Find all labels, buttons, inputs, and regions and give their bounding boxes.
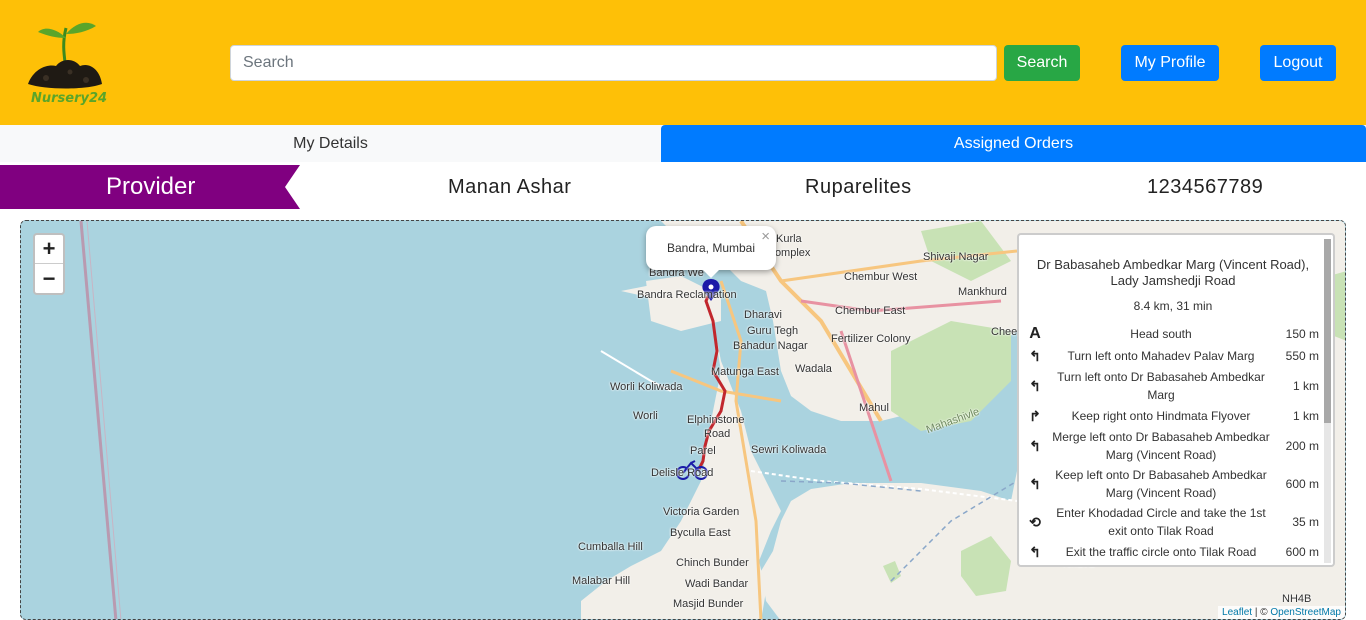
zoom-out-button[interactable]: − — [35, 264, 63, 293]
merge-left-icon: ↰ — [1029, 438, 1041, 454]
map-label: Malabar Hill — [572, 575, 631, 587]
map-label: Fertilizer Colony — [831, 333, 911, 345]
header-bar: Nursery24 Search My Profile Logout — [0, 0, 1366, 125]
map-label: Parel — [690, 445, 716, 457]
step-text: Turn left onto Dr Babasaheb Ambedkar Mar… — [1057, 370, 1265, 402]
direction-step[interactable]: ↰ Keep left onto Dr Babasaheb Ambedkar M… — [1027, 465, 1319, 503]
map-label: Wadala — [795, 363, 832, 375]
search-button[interactable]: Search — [1004, 45, 1080, 81]
step-distance: 600 m — [1285, 477, 1319, 491]
directions-panel[interactable]: Dr Babasaheb Ambedkar Marg (Vincent Road… — [1017, 233, 1335, 567]
leaflet-link[interactable]: Leaflet — [1222, 607, 1252, 618]
keep-right-icon: ↱ — [1029, 408, 1041, 424]
map-label: Worli Koliwada — [610, 381, 683, 393]
map-label: Delisle Road — [651, 467, 714, 479]
step-distance: 550 m — [1285, 349, 1319, 363]
tab-assigned-orders[interactable]: Assigned Orders — [661, 125, 1366, 162]
map-label: Sewri Koliwada — [751, 444, 827, 456]
step-distance: 35 m — [1292, 515, 1319, 529]
map-label: Matunga East — [711, 366, 779, 378]
step-distance: 1 km — [1292, 409, 1319, 423]
direction-step[interactable]: ↰ Exit the traffic circle onto Tilak Roa… — [1027, 541, 1319, 563]
map-label: Chembur West — [844, 271, 918, 283]
map-label: Masjid Bunder — [673, 598, 744, 610]
step-distance: 200 m — [1285, 439, 1319, 453]
roundabout-icon: ⟲ — [1029, 514, 1041, 530]
provider-phone: 1234567789 — [1147, 175, 1264, 198]
zoom-in-button[interactable]: + — [35, 235, 63, 264]
step-text: Keep right onto Hindmata Flyover — [1071, 409, 1251, 423]
direction-step[interactable]: ↰ Merge left onto Dr Babasaheb Ambedkar … — [1027, 427, 1319, 465]
route-summary: 8.4 km, 31 min — [1133, 299, 1213, 313]
search-input[interactable] — [230, 45, 997, 81]
map-label: Dharavi — [744, 309, 782, 321]
direction-step[interactable]: ↰ Turn left onto Dr Babasaheb Ambedkar M… — [1027, 367, 1319, 405]
step-text: Enter Khodadad Circle and take the 1st e… — [1056, 506, 1266, 538]
map-label: Chinch Bunder — [676, 557, 749, 569]
map-label: Mahul — [859, 402, 889, 414]
map-label: Road — [704, 428, 731, 440]
step-distance: 600 m — [1285, 545, 1319, 559]
popup-text: Bandra, Mumbai — [666, 241, 756, 255]
location-popup: Bandra, Mumbai × — [646, 226, 776, 270]
osm-link[interactable]: OpenStreetMap — [1270, 607, 1341, 618]
turn-left-icon: ↰ — [1029, 348, 1041, 364]
turn-left-icon: ↰ — [1029, 378, 1041, 394]
direction-step[interactable]: ⟲ Enter Khodadad Circle and take the 1st… — [1027, 503, 1319, 541]
direction-step[interactable]: A Head south 150 m — [1027, 323, 1319, 345]
my-profile-button[interactable]: My Profile — [1121, 45, 1219, 81]
route-title: Dr Babasaheb Ambedkar Marg (Vincent Road… — [1036, 257, 1310, 288]
map-label: Byculla East — [670, 527, 731, 539]
zoom-control: + − — [33, 233, 65, 295]
popup-tip — [703, 270, 719, 278]
direction-step[interactable]: ↰ Turn left onto Mahadev Palav Marg 550 … — [1027, 345, 1319, 367]
map-label: Chembur East — [835, 305, 906, 317]
depart-icon: A — [1029, 325, 1041, 342]
step-text: Keep left onto Dr Babasaheb Ambedkar Mar… — [1055, 468, 1267, 500]
exit-roundabout-icon: ↰ — [1029, 544, 1041, 560]
tab-bar: My Details Assigned Orders — [0, 125, 1366, 162]
provider-info-row: Provider Manan Ashar Ruparelites 1234567… — [0, 165, 1366, 209]
map-label: Kurla — [776, 233, 802, 245]
map-label: Bandra Reclamation — [637, 289, 737, 301]
popup-close-icon[interactable]: × — [761, 228, 770, 245]
map-label: Cumballa Hill — [578, 541, 643, 553]
map-label: Guru Tegh — [747, 325, 799, 337]
tab-my-details[interactable]: My Details — [0, 125, 661, 162]
map-label: Shivaji Nagar — [923, 251, 989, 263]
step-text: Turn left onto Mahadev Palav Marg — [1067, 349, 1255, 363]
step-text: Merge left onto Dr Babasaheb Ambedkar Ma… — [1052, 430, 1270, 462]
provider-company: Ruparelites — [805, 175, 912, 198]
map-label: Wadi Bandar — [685, 578, 749, 590]
step-text: Head south — [1130, 327, 1192, 341]
step-distance: 1 km — [1292, 379, 1319, 393]
logout-button[interactable]: Logout — [1260, 45, 1336, 81]
provider-badge: Provider — [0, 165, 300, 209]
attribution-separator: | © — [1252, 607, 1271, 618]
map-label: Elphinstone — [687, 414, 745, 426]
logo-text: Nursery24 — [31, 91, 108, 106]
step-text: Exit the traffic circle onto Tilak Road — [1065, 545, 1257, 559]
directions-scrollbar[interactable] — [1324, 239, 1331, 563]
map-label: Worli — [633, 410, 658, 422]
direction-step[interactable]: ↱ Keep right onto Hindmata Flyover 1 km — [1027, 405, 1319, 427]
map-label: NH4B — [1282, 593, 1312, 605]
map-label: Chee — [991, 326, 1018, 338]
keep-left-icon: ↰ — [1029, 476, 1041, 492]
step-distance: 150 m — [1285, 327, 1319, 341]
route-map[interactable]: Kurla Complex Shivaji Nagar Chembur West… — [20, 220, 1346, 620]
scrollbar-thumb[interactable] — [1324, 239, 1331, 423]
provider-name: Manan Ashar — [448, 175, 572, 198]
map-label: Mankhurd — [958, 286, 1007, 298]
map-attribution: Leaflet | © OpenStreetMap — [1218, 606, 1345, 619]
map-label: Bahadur Nagar — [733, 340, 808, 352]
map-label: Victoria Garden — [663, 506, 740, 518]
